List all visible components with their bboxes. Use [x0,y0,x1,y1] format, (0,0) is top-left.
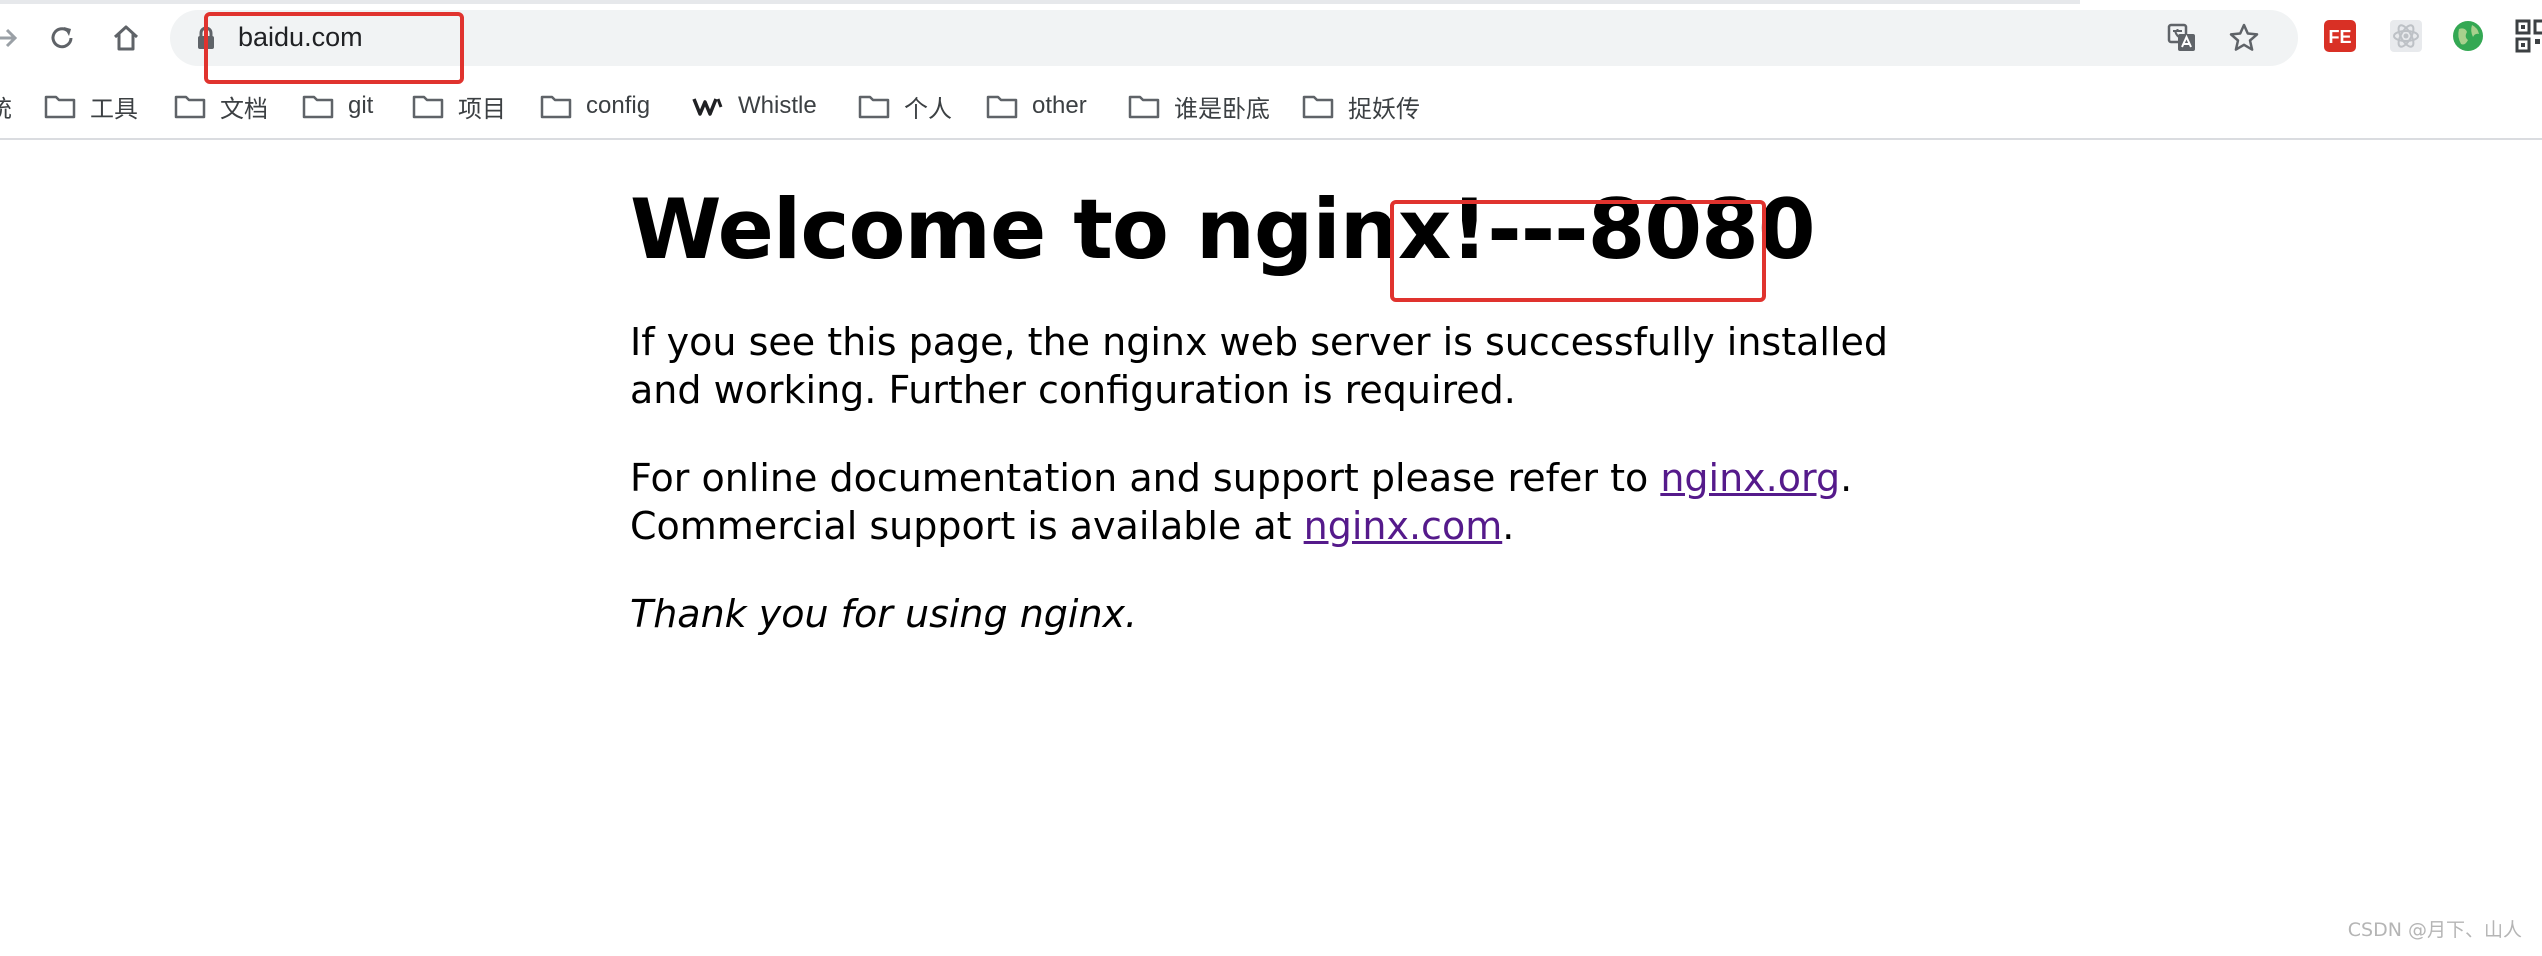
nginx-org-link[interactable]: nginx.org [1660,456,1840,500]
thank-you-text: Thank you for using nginx. [630,591,1138,636]
fe-extension-icon[interactable]: FE [2322,18,2358,54]
bookmark-folder[interactable]: git [302,86,373,126]
folder-icon [44,95,76,119]
docs-text: For online documentation and support ple… [630,455,1661,500]
fe-extension-label: FE [2328,27,2351,47]
folder-icon [858,95,890,119]
bookmarks-bar: 统 工具 文档 git 项目 config Whistle 个人 other 谁… [0,76,2542,140]
docs-paragraph: For online documentation and support ple… [630,454,1930,550]
qr-code-extension-icon[interactable] [2514,18,2542,54]
bookmark-folder[interactable]: 个人 [858,86,952,126]
bookmark-folder[interactable]: 工具 [44,86,138,126]
bookmark-label: 工具 [90,95,138,123]
home-icon [113,25,139,51]
forward-button[interactable] [0,18,26,58]
commercial-text: Commercial support is available at [630,503,1304,548]
loading-bar [0,0,2080,4]
port-highlight-box [1390,200,1766,302]
bookmark-label: 个人 [904,95,952,123]
intro-paragraph: If you see this page, the nginx web serv… [630,319,1889,412]
bookmark-label: 谁是卧底 [1174,95,1270,123]
bookmark-folder[interactable]: 统 [0,86,12,126]
reload-icon [51,27,73,49]
react-devtools-extension-icon[interactable] [2388,18,2424,54]
bookmark-folder[interactable]: 谁是卧底 [1128,86,1270,126]
folder-icon [1302,95,1334,119]
bookmark-folder[interactable]: 捉妖传 [1302,86,1420,126]
bookmark-whistle[interactable]: Whistle [692,86,817,126]
home-button[interactable] [106,18,146,58]
whistle-logo-icon [692,98,723,116]
forward-arrow-icon [0,28,18,48]
url-highlight-box [204,12,464,84]
folder-icon [540,95,572,119]
bookmark-label: 统 [0,89,12,124]
bookmark-star-icon[interactable] [2228,22,2260,54]
bookmark-label: 捉妖传 [1348,95,1420,123]
bookmark-label: Whistle [738,92,817,119]
bookmark-folder[interactable]: config [540,86,650,126]
bookmark-label: 项目 [458,95,506,123]
translate-icon[interactable] [2166,22,2198,54]
bookmark-label: 文档 [220,95,268,123]
address-bar[interactable]: baidu.com [170,10,2298,66]
globe-extension-icon[interactable] [2450,18,2486,54]
bookmark-folder[interactable]: 文档 [174,86,268,126]
reload-button[interactable] [42,18,82,58]
commercial-period: . [1502,503,1515,548]
folder-icon [986,95,1018,119]
folder-icon [412,95,444,119]
bookmark-label: config [586,92,651,119]
folder-icon [1128,95,1160,119]
watermark: CSDN @月下、山人 [2347,919,2522,941]
folder-icon [174,95,206,119]
nginx-com-link[interactable]: nginx.com [1304,504,1503,548]
docs-period: . [1840,455,1853,500]
bookmark-label: other [1032,92,1087,119]
bookmark-folder[interactable]: other [986,86,1087,126]
folder-icon [302,95,334,119]
bookmark-label: git [348,92,374,119]
bookmark-folder[interactable]: 项目 [412,86,506,126]
